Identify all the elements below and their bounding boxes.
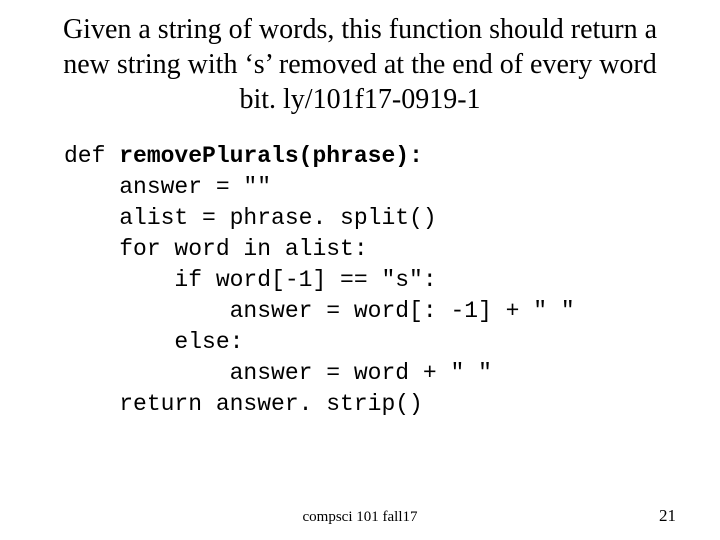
title-line-2: new string with ‘s’ removed at the end o… [63, 49, 657, 80]
code-line-6: answer = word[: -1] + " " [64, 298, 575, 324]
code-line-5: if word[-1] == "s": [64, 267, 437, 293]
code-line-9: return answer. strip() [64, 391, 423, 417]
code-line-3: alist = phrase. split() [64, 205, 437, 231]
code-line-4: for word in alist: [64, 236, 368, 262]
slide: Given a string of words, this function s… [0, 0, 720, 540]
code-block: def removePlurals(phrase): answer = "" a… [64, 141, 700, 420]
footer-page-number: 21 [659, 506, 676, 526]
code-line-1-func: removePlurals(phrase): [119, 143, 423, 169]
title-line-1: Given a string of words, this function s… [63, 14, 657, 45]
title-line-3: bit. ly/101f17-0919-1 [239, 84, 480, 115]
footer-course: compsci 101 fall17 [303, 509, 418, 526]
code-line-8: answer = word + " " [64, 360, 492, 386]
code-line-7: else: [64, 329, 243, 355]
slide-title: Given a string of words, this function s… [20, 12, 700, 117]
code-line-2: answer = "" [64, 174, 271, 200]
code-line-1-def: def [64, 143, 119, 169]
